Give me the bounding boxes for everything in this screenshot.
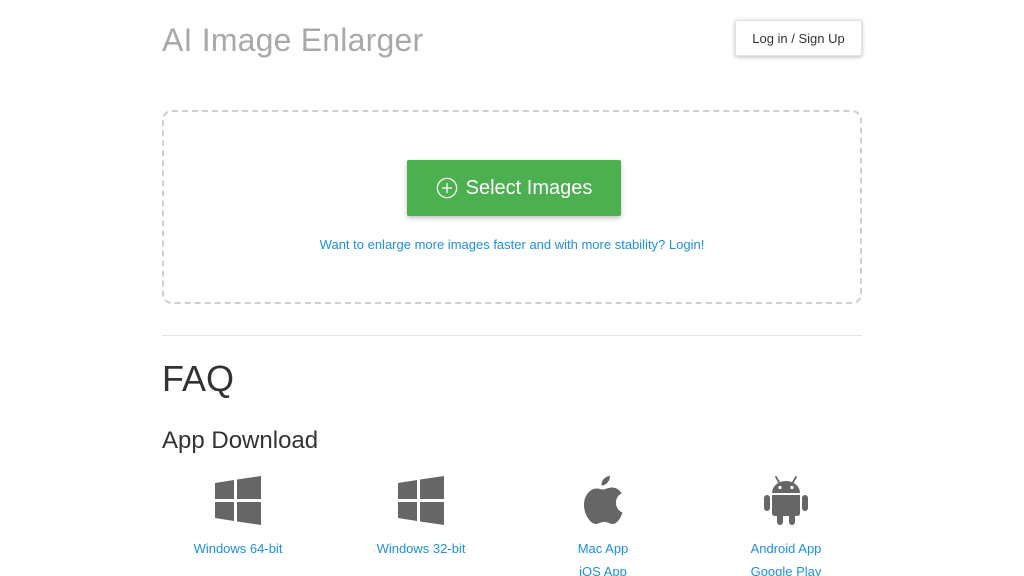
plus-circle-icon [436, 177, 457, 199]
windows-icon[interactable] [397, 474, 445, 526]
download-android: Android App Google Play [695, 474, 877, 576]
app-title: AI Image Enlarger [162, 22, 424, 58]
section-divider [162, 335, 862, 336]
windows-32-link[interactable]: Windows 32-bit [330, 537, 512, 560]
faq-heading: FAQ [162, 358, 235, 399]
page: AI Image Enlarger Log in / Sign Up Selec… [0, 0, 1024, 576]
windows-icon[interactable] [214, 474, 262, 526]
download-windows-64: Windows 64-bit [147, 474, 329, 560]
download-windows-32: Windows 32-bit [330, 474, 512, 560]
login-signup-button[interactable]: Log in / Sign Up [735, 20, 862, 56]
windows-64-link[interactable]: Windows 64-bit [147, 537, 329, 560]
google-play-link[interactable]: Google Play [695, 560, 877, 576]
apple-icon[interactable] [579, 474, 627, 526]
android-icon[interactable] [762, 474, 810, 526]
ios-app-link[interactable]: iOS App [512, 560, 694, 576]
mac-app-link[interactable]: Mac App [512, 537, 694, 560]
download-apple: Mac App iOS App [512, 474, 694, 576]
app-download-heading: App Download [162, 427, 319, 454]
select-images-button[interactable]: Select Images [407, 160, 621, 216]
image-drop-zone[interactable]: Select Images Want to enlarge more image… [162, 110, 862, 304]
android-app-link[interactable]: Android App [695, 537, 877, 560]
login-hint-link[interactable]: Want to enlarge more images faster and w… [164, 237, 860, 252]
select-images-label: Select Images [465, 176, 593, 199]
